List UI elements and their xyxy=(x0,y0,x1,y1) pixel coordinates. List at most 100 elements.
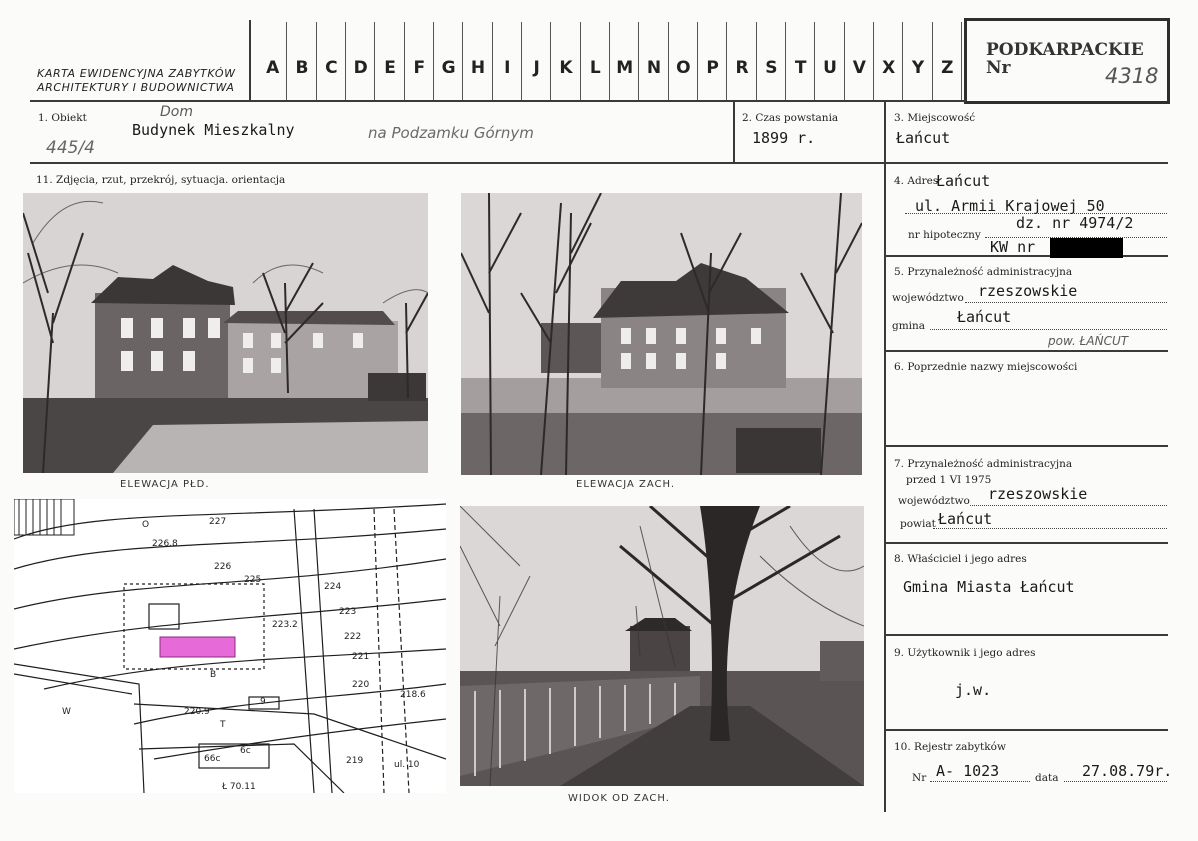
alphabet-divider xyxy=(902,22,904,100)
alphabet-divider xyxy=(961,22,962,100)
miejscowosc-value: Łańcut xyxy=(896,129,951,147)
rejestr-label: 10. Rejestr zabytków xyxy=(894,741,1006,753)
map-label: O xyxy=(142,520,149,530)
rejestr-nr-label: Nr xyxy=(912,772,927,784)
alphabet-divider xyxy=(931,22,933,100)
wojewodztwo-label: województwo xyxy=(892,292,964,304)
woj1975-value: rzeszowskie xyxy=(988,485,1088,503)
rejestr-data-value: 27.08.79r. xyxy=(1082,762,1173,780)
situation-map: 226.8 227 226 225 224 223 222 221 220 223.2 218.6 2… xyxy=(14,499,446,793)
alphabet-letter: V xyxy=(852,58,866,78)
alphabet-letter: Y xyxy=(911,58,925,78)
alphabet-divider xyxy=(814,22,816,100)
alphabet-letter: C xyxy=(325,58,338,78)
caption-view-from-west: WIDOK OD ZACH. xyxy=(568,793,670,804)
alphabet-letter: R xyxy=(735,58,749,78)
czas-label: 2. Czas powstania xyxy=(742,112,839,124)
map-label: 218.6 xyxy=(400,690,426,700)
map-label: 223 xyxy=(339,607,356,617)
map-label: 220 xyxy=(352,680,369,690)
alphabet-divider xyxy=(521,22,522,100)
alphabet-letter: K xyxy=(559,58,573,78)
region-name: PODKARPACKIE xyxy=(986,40,1144,60)
photos-section-label: 11. Zdjęcia, rzut, przekrój, sytuacja. o… xyxy=(36,174,286,186)
map-label: ul. 10 xyxy=(394,760,420,770)
powiat1975-label: powiat xyxy=(900,518,936,530)
woj1975-label: województwo xyxy=(898,495,970,507)
map-label: 6c xyxy=(240,746,251,756)
przynaleznosc1975-label: 7. Przynależność administracyjna xyxy=(894,458,1073,470)
map-label: 66c xyxy=(204,754,220,764)
adres-plot: dz. nr 4974/2 xyxy=(1016,214,1134,232)
uzytkownik-label: 9. Użytkownik i jego adres xyxy=(894,647,1036,659)
powiat1975-value: Łańcut xyxy=(938,510,993,528)
card-title-line2: ARCHITEKTURY I BUDOWNICTWA xyxy=(37,81,235,94)
card-number: 4318 xyxy=(1105,64,1159,88)
obiekt-handwritten-ref: 445/4 xyxy=(46,138,95,158)
obiekt-handwritten-above: Dom xyxy=(160,104,193,120)
caption-west-elevation: ELEWACJA ZACH. xyxy=(576,479,676,490)
nr-label: Nr xyxy=(986,58,1011,78)
alphabet-letter: E xyxy=(384,58,396,78)
alphabet-letter: M xyxy=(616,58,634,78)
kw-label: KW nr xyxy=(990,238,1036,256)
alphabet-letter: X xyxy=(882,58,896,78)
adres-city: Łańcut xyxy=(936,172,991,190)
wlasciciel-label: 8. Właściciel i jego adres xyxy=(894,553,1027,565)
map-label: 225 xyxy=(244,575,261,585)
alphabet-divider xyxy=(315,22,317,100)
obiekt-value: Budynek Mieszkalny xyxy=(132,121,295,139)
alphabet-letter: I xyxy=(504,58,511,78)
alphabet-divider xyxy=(697,22,698,100)
hipoteczny-label: nr hipoteczny xyxy=(908,229,981,241)
uzytkownik-value: j.w. xyxy=(955,681,992,699)
alphabet-divider xyxy=(345,22,346,100)
alphabet-letter: J xyxy=(533,58,540,78)
alphabet-divider xyxy=(403,22,405,100)
alphabet-letter: D xyxy=(353,58,368,78)
alphabet-divider xyxy=(609,22,610,100)
map-label: T xyxy=(219,720,226,730)
rejestr-data-label: data xyxy=(1035,772,1059,784)
photo-south-elevation xyxy=(23,193,428,473)
handwritten-powiat: pow. ŁAŃCUT xyxy=(1048,334,1129,348)
alphabet-letter: A xyxy=(266,58,280,78)
alphabet-letter: O xyxy=(676,58,691,78)
alphabet-letter: P xyxy=(706,58,719,78)
obiekt-label: 1. Obiekt xyxy=(38,112,87,124)
map-label: 226.8 xyxy=(152,539,178,549)
alphabet-divider xyxy=(550,22,552,100)
alphabet-letter: U xyxy=(823,58,837,78)
wlasciciel-value: Gmina Miasta Łańcut xyxy=(903,578,1075,596)
map-label: 221 xyxy=(352,652,369,662)
alphabet-divider xyxy=(286,22,288,100)
czas-value: 1899 r. xyxy=(752,129,816,147)
alphabet-divider xyxy=(491,22,493,100)
przynaleznosc1975-sub: przed 1 VI 1975 xyxy=(906,474,992,486)
gmina-value: Łańcut xyxy=(957,308,1012,326)
obiekt-handwritten-after: na Podzamku Górnym xyxy=(368,124,534,142)
alphabet-divider xyxy=(726,22,728,100)
alphabet-divider xyxy=(579,22,581,100)
map-label: B xyxy=(210,670,216,680)
wojewodztwo-value: rzeszowskie xyxy=(978,282,1078,300)
alphabet-letter: T xyxy=(794,58,807,78)
alphabet-divider xyxy=(785,22,786,100)
alphabet-divider xyxy=(433,22,434,100)
map-label: 9 xyxy=(260,697,266,707)
rejestr-nr-value: A- 1023 xyxy=(936,762,1000,780)
alphabet-divider xyxy=(755,22,757,100)
alphabet-divider xyxy=(843,22,845,100)
adres-label: 4. Adres xyxy=(894,175,939,187)
alphabet-letter: N xyxy=(646,58,662,78)
map-label: W xyxy=(62,707,71,717)
alphabet-letter: L xyxy=(589,58,601,78)
alphabet-letter: B xyxy=(295,58,309,78)
map-label: 222 xyxy=(344,632,361,642)
miejscowosc-label: 3. Miejscowość xyxy=(894,112,976,124)
gmina-label: gmina xyxy=(892,320,926,332)
map-label: 224 xyxy=(324,582,341,592)
photo-west-elevation xyxy=(461,193,862,475)
alphabet-divider xyxy=(374,22,376,100)
alphabet-letter: S xyxy=(765,58,778,78)
